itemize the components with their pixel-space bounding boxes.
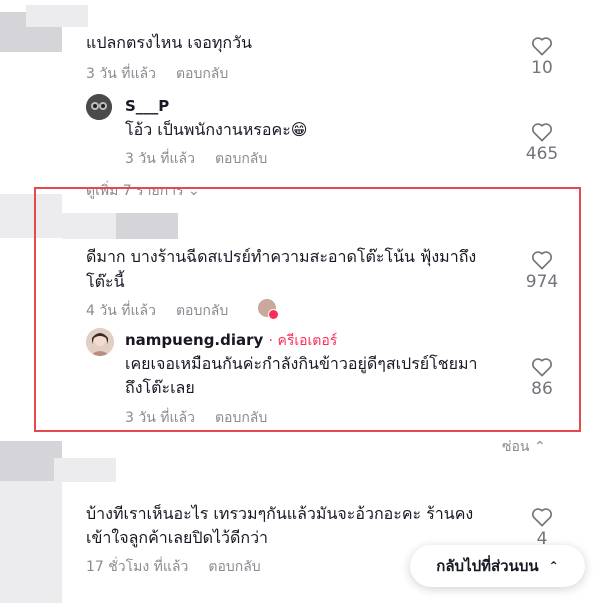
reply-meta: 3 วัน ที่แล้ว ตอบกลับ <box>125 407 267 429</box>
like-button[interactable]: 10 <box>512 36 572 78</box>
comment-time: 17 ชั่วโมง ที่แล้ว <box>86 559 189 575</box>
reply-time: 3 วัน ที่แล้ว <box>125 410 195 426</box>
avatar[interactable] <box>86 94 112 120</box>
redacted-avatar-3b <box>0 481 62 603</box>
comment-text: แปลกตรงไหน เจอทุกวัน <box>86 33 252 52</box>
reply-button[interactable]: ตอบกลับ <box>215 410 267 426</box>
like-count: 974 <box>525 272 559 292</box>
creator-badge: · ครีเอเตอร์ <box>268 333 338 349</box>
comment-time: 3 วัน ที่แล้ว <box>86 66 156 82</box>
hide-replies-button[interactable]: ซ่อน ⌃ <box>502 436 546 458</box>
redacted-username-3 <box>54 458 116 482</box>
reply-time: 3 วัน ที่แล้ว <box>125 151 195 167</box>
reply-button[interactable]: ตอบกลับ <box>215 151 267 167</box>
redacted-username-1 <box>26 5 88 27</box>
heart-icon <box>531 508 553 527</box>
chevron-up-icon: ⌃ <box>533 439 546 455</box>
redacted-avatar-3 <box>0 441 62 481</box>
avatar[interactable] <box>86 328 114 356</box>
like-button[interactable]: 86 <box>512 357 572 399</box>
like-count: 465 <box>525 144 559 164</box>
double-chevron-up-icon: ⌃ <box>548 559 559 573</box>
comment-meta: 17 ชั่วโมง ที่แล้ว ตอบกลับ <box>86 556 261 578</box>
comment-meta: 4 วัน ที่แล้ว ตอบกลับ <box>86 300 228 322</box>
comment-time: 4 วัน ที่แล้ว <box>86 303 156 319</box>
like-button[interactable]: 4 <box>512 507 572 549</box>
like-button[interactable]: 974 <box>512 250 572 292</box>
comment-meta: 3 วัน ที่แล้ว ตอบกลับ <box>86 63 228 85</box>
comment-text-line2: เข้าใจลูกค้าเลยปิดไว้ดีกว่า <box>86 528 269 547</box>
comment-text: ดีมาก บางร้านฉีดสเปรย์ทำความสะอาดโต๊ะโน้… <box>86 247 477 266</box>
reply-text-line2: ถึงโต๊ะเลย <box>125 378 195 397</box>
like-button[interactable]: 465 <box>512 122 572 164</box>
comment-text-line2: โต๊ะนี้ <box>86 272 125 291</box>
heart-badge-icon <box>268 309 279 320</box>
back-to-top-button[interactable]: กลับไปที่ส่วนบน ⌃ <box>410 545 585 587</box>
reply-text: เคยเจอเหมือนกันค่ะกำลังกินข้าวอยู่ดีๆสเป… <box>125 354 478 373</box>
reply-meta: 3 วัน ที่แล้ว ตอบกลับ <box>125 148 267 170</box>
user-avatar-icon <box>86 94 112 120</box>
heart-icon <box>531 251 553 270</box>
reply-username[interactable]: S___P <box>125 97 169 115</box>
reply-username[interactable]: nampueng.diary · ครีเอเตอร์ <box>125 330 337 352</box>
heart-icon <box>531 123 553 142</box>
reply-button[interactable]: ตอบกลับ <box>176 303 228 319</box>
like-count: 10 <box>531 58 553 78</box>
heart-icon <box>531 358 553 377</box>
like-count: 86 <box>531 379 553 399</box>
reply-text: โอ้ว เป็นพนักงานหรอคะ😁 <box>125 120 308 139</box>
reply-button[interactable]: ตอบกลับ <box>208 559 260 575</box>
user-avatar-icon <box>86 328 114 356</box>
reply-button[interactable]: ตอบกลับ <box>176 66 228 82</box>
heart-icon <box>531 37 553 56</box>
comment-text: บ้างทีเราเห็นอะไร เทรวมๆกันแล้วมันจะอ้วก… <box>86 504 474 523</box>
